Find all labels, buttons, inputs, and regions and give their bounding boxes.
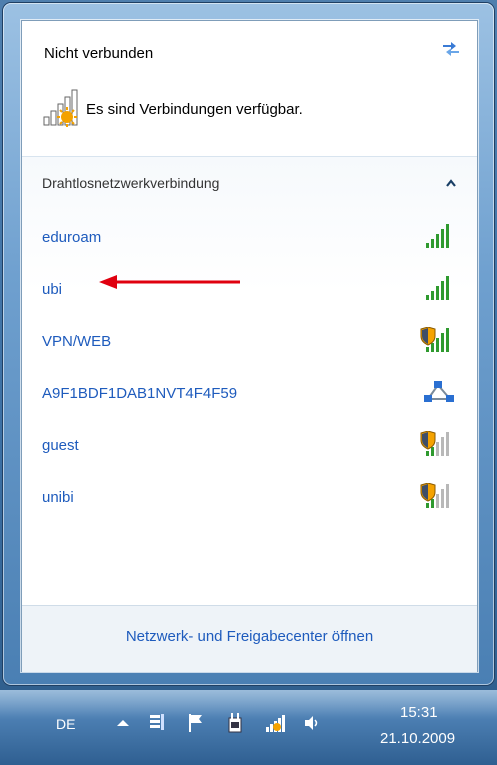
section-title: Drahtlosnetzwerkverbindung (42, 175, 220, 191)
taskbar-app-icon[interactable] (147, 712, 167, 734)
red-arrow-icon (99, 275, 240, 289)
volume-icon[interactable] (302, 712, 322, 734)
adhoc-network-icon (424, 381, 454, 402)
availability-message: Es sind Verbindungen verfügbar. (86, 101, 303, 118)
network-available-icon (43, 89, 78, 127)
signal-secured-weak-icon (420, 483, 449, 508)
network-item-unibi[interactable]: unibi (22, 477, 477, 517)
network-item-vpn-web[interactable]: VPN/WEB (22, 321, 477, 361)
refresh-icon[interactable] (440, 39, 462, 57)
network-name: eduroam (42, 229, 102, 246)
chevron-up-icon[interactable] (446, 179, 456, 187)
network-item-guest[interactable]: guest (22, 425, 477, 465)
signal-secured-icon (420, 327, 449, 352)
signal-secured-weak-icon (420, 431, 449, 456)
flyout-footer: Netzwerk- und Freigabecenter öffnen (22, 605, 477, 672)
show-hidden-icons-arrow[interactable] (113, 712, 133, 734)
network-icon[interactable] (264, 712, 288, 734)
network-name: ubi (42, 281, 63, 298)
taskbar: DE 15:31 21.10.2009 (0, 690, 497, 765)
network-sharing-center-link[interactable]: Netzwerk- und Freigabecenter öffnen (22, 628, 477, 645)
signal-full-icon (426, 276, 449, 300)
network-name: VPN/WEB (42, 333, 112, 350)
power-plug-icon[interactable] (225, 712, 245, 734)
action-center-flag-icon[interactable] (186, 712, 206, 734)
network-name: unibi (42, 489, 74, 506)
clock-date[interactable]: 21.10.2009 (380, 730, 455, 747)
clock-time[interactable]: 15:31 (400, 704, 438, 721)
language-indicator[interactable]: DE (56, 716, 75, 732)
network-name: A9F1BDF1DAB1NVT4F4F59 (42, 385, 238, 402)
connection-status: Nicht verbunden (44, 45, 154, 62)
network-item-adhoc[interactable]: A9F1BDF1DAB1NVT4F4F59 (22, 373, 477, 413)
signal-full-icon (426, 224, 449, 248)
network-item-eduroam[interactable]: eduroam (22, 217, 477, 257)
network-name: guest (42, 437, 79, 454)
network-item-ubi[interactable]: ubi (22, 269, 477, 309)
network-flyout: Nicht verbunden Es sind Verbindungen ver… (21, 20, 478, 672)
